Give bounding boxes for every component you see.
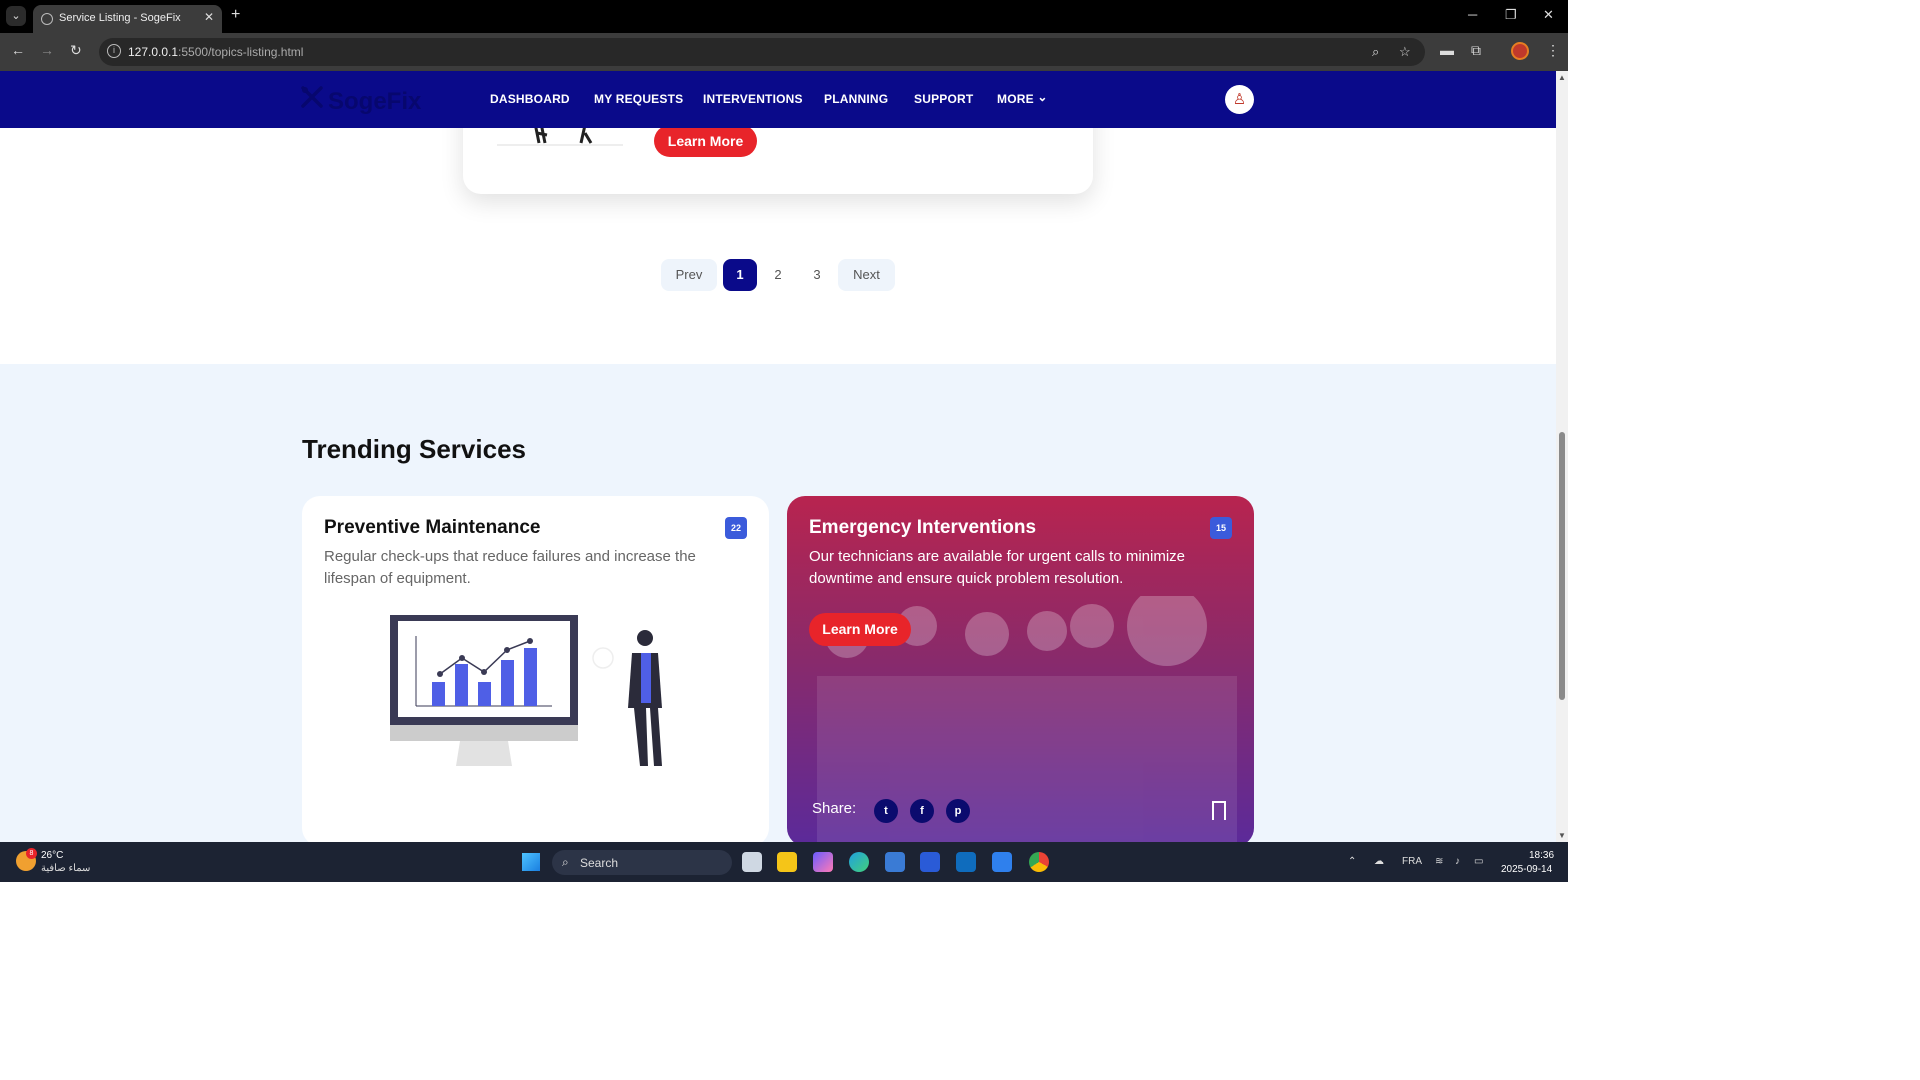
weather-notification-badge: 8 <box>26 848 37 859</box>
browser-tab[interactable]: Service Listing - SogeFix ✕ <box>33 5 222 33</box>
scroll-up-icon[interactable]: ▲ <box>1558 73 1566 82</box>
taskbar-search[interactable]: ⌕ Search <box>552 850 732 875</box>
twitter-icon[interactable]: t <box>874 799 898 823</box>
chevron-down-icon: ⌄ <box>1037 90 1048 104</box>
language-indicator[interactable]: FRA <box>1402 856 1422 867</box>
file-explorer-icon[interactable] <box>777 852 797 872</box>
clock-date[interactable]: 2025-09-14 <box>1501 864 1552 875</box>
service-card-preventive[interactable]: Preventive Maintenance 22 Regular check-… <box>302 496 769 842</box>
scrollbar-thumb[interactable] <box>1559 432 1565 700</box>
share-label: Share: <box>812 800 857 817</box>
tab-title: Service Listing - SogeFix <box>59 12 181 24</box>
zoom-icon[interactable]: ⌕ <box>1372 44 1379 60</box>
count-badge: 15 <box>1210 517 1232 539</box>
learn-more-button[interactable]: Learn More <box>654 125 757 157</box>
pagination-prev[interactable]: Prev <box>661 259 717 291</box>
close-window-icon[interactable]: ✕ <box>1543 7 1554 23</box>
weather-description[interactable]: سماء صافية <box>41 863 90 874</box>
service-card-emergency[interactable]: Emergency Interventions 15 Our technicia… <box>787 496 1254 842</box>
section-heading: Trending Services <box>302 434 526 464</box>
analytics-illustration <box>390 615 662 766</box>
count-badge: 22 <box>725 517 747 539</box>
site-info-icon[interactable]: i <box>107 44 121 58</box>
nav-support[interactable]: SUPPORT <box>914 92 973 106</box>
site-logo[interactable]: SogeFix <box>300 85 421 116</box>
card-description: Our technicians are available for urgent… <box>809 548 1186 587</box>
card-description: Regular check-ups that reduce failures a… <box>324 548 696 587</box>
pinterest-icon[interactable]: p <box>946 799 970 823</box>
nav-interventions[interactable]: INTERVENTIONS <box>703 92 803 106</box>
nav-dashboard[interactable]: DASHBOARD <box>490 92 570 106</box>
nav-more-label: MORE <box>997 92 1034 106</box>
tab-close-icon[interactable]: ✕ <box>204 10 214 24</box>
minimize-icon[interactable]: ─ <box>1468 7 1477 22</box>
user-icon: ♙ <box>1232 91 1247 108</box>
taskbar-search-label: Search <box>580 856 619 870</box>
site-header: SogeFix DASHBOARD MY REQUESTS INTERVENTI… <box>0 71 1556 128</box>
windows-taskbar: 8 26°C سماء صافية ⌕ Search ⌃ ☁ FRA ≋ ♪ ▭… <box>0 842 1568 882</box>
pagination-page-1[interactable]: 1 <box>723 259 757 291</box>
weather-temperature[interactable]: 26°C <box>41 850 63 861</box>
outlook-icon[interactable] <box>956 852 976 872</box>
onedrive-icon[interactable]: ☁ <box>1374 856 1384 867</box>
app-icon[interactable] <box>920 852 940 872</box>
nav-planning[interactable]: PLANNING <box>824 92 888 106</box>
pagination-next[interactable]: Next <box>838 259 895 291</box>
new-tab-button[interactable]: + <box>231 6 240 24</box>
task-view-icon[interactable] <box>742 852 762 872</box>
card-title: Preventive Maintenance <box>324 517 541 538</box>
copilot-icon[interactable] <box>813 852 833 872</box>
browser-tab-bar: ⌄ Service Listing - SogeFix ✕ + ─ ❐ ✕ <box>0 0 1568 33</box>
start-windows-icon[interactable] <box>522 853 540 871</box>
chrome-menu-icon[interactable]: ⋮ <box>1546 42 1560 59</box>
bookmark-star-icon[interactable]: ☆ <box>1399 44 1411 60</box>
bookmark-icon[interactable] <box>1212 801 1226 820</box>
trending-services-section: Trending Services Preventive Maintenance… <box>0 364 1556 842</box>
wifi-icon[interactable]: ≋ <box>1435 856 1443 867</box>
url-text: 127.0.0.1:5500/topics-listing.html <box>128 45 304 59</box>
edge-icon[interactable] <box>849 852 869 872</box>
reload-icon[interactable]: ↻ <box>70 42 82 59</box>
pagination-page-3[interactable]: 3 <box>800 259 834 291</box>
tools-logo-icon <box>301 86 323 108</box>
extensions-puzzle-icon[interactable]: ⧉ <box>1471 42 1481 59</box>
pagination-page-2[interactable]: 2 <box>761 259 795 291</box>
page-viewport: SogeFix DASHBOARD MY REQUESTS INTERVENTI… <box>0 71 1556 842</box>
vscode-icon[interactable] <box>992 852 1012 872</box>
store-icon[interactable] <box>885 852 905 872</box>
forward-icon[interactable]: → <box>40 42 54 58</box>
logo-text: SogeFix <box>328 88 422 115</box>
nav-more[interactable]: MORE ⌄ <box>997 90 1048 106</box>
globe-icon <box>41 13 53 25</box>
tray-overflow-icon[interactable]: ⌃ <box>1348 856 1356 867</box>
page-scrollbar[interactable]: ▲ ▼ <box>1556 71 1568 842</box>
browser-toolbar: ← → ↻ i 127.0.0.1:5500/topics-listing.ht… <box>0 33 1568 71</box>
chrome-icon[interactable] <box>1029 852 1049 872</box>
nav-my-requests[interactable]: MY REQUESTS <box>594 92 683 106</box>
battery-icon[interactable]: ▭ <box>1474 856 1483 867</box>
clock-time[interactable]: 18:36 <box>1529 850 1554 861</box>
user-account-button[interactable]: ♙ <box>1225 85 1254 114</box>
restore-icon[interactable]: ❐ <box>1505 7 1517 23</box>
back-icon[interactable]: ← <box>11 42 25 58</box>
search-icon: ⌕ <box>562 855 569 869</box>
profile-avatar-icon[interactable] <box>1511 42 1529 60</box>
tab-search-dropdown[interactable]: ⌄ <box>6 6 26 26</box>
scroll-down-icon[interactable]: ▼ <box>1558 831 1566 840</box>
extension-pinned-icon[interactable]: ▬ <box>1440 42 1454 58</box>
facebook-icon[interactable]: f <box>910 799 934 823</box>
volume-icon[interactable]: ♪ <box>1455 856 1460 867</box>
card-title: Emergency Interventions <box>809 517 1037 538</box>
address-bar[interactable]: i 127.0.0.1:5500/topics-listing.html ⌕ ☆ <box>99 38 1425 66</box>
learn-more-button[interactable]: Learn More <box>809 613 911 646</box>
